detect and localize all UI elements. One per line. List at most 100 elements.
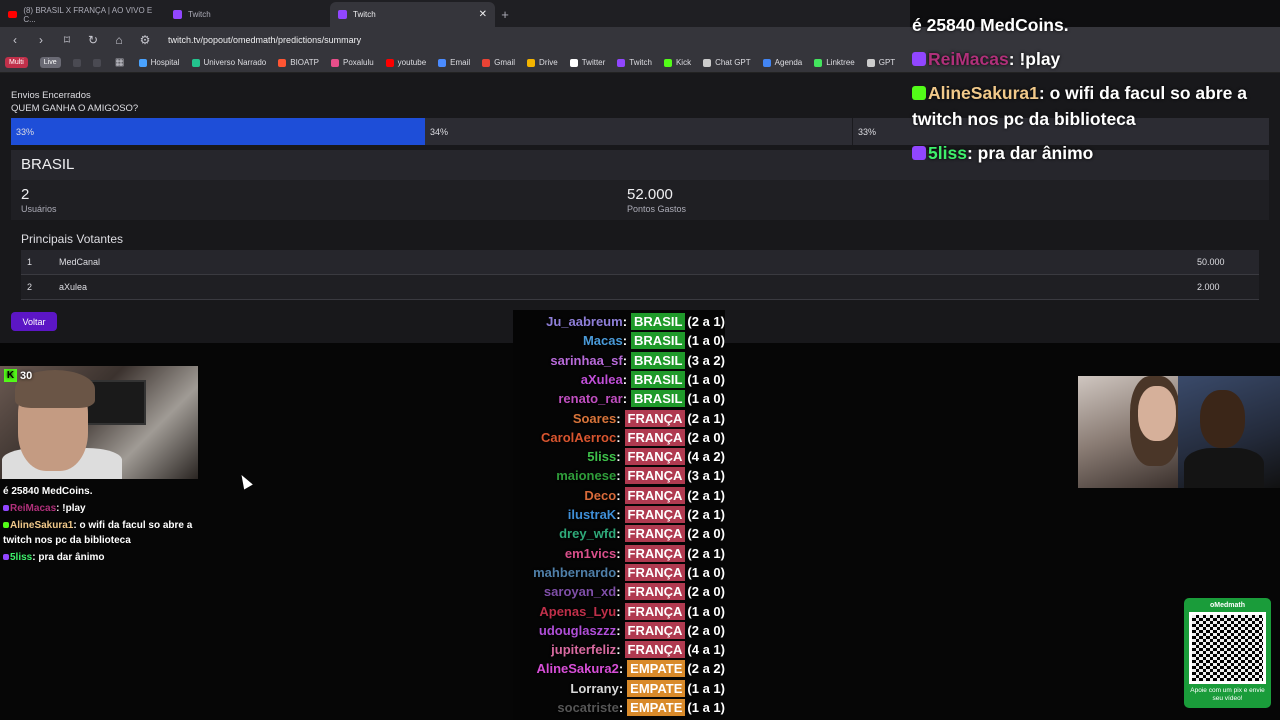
vote-team: FRANÇA <box>624 621 686 639</box>
vote-score: (2 a 2) <box>687 661 725 677</box>
vote-row: udouglaszzz: FRANÇA (2 a 0) <box>539 621 725 639</box>
outcome-segment-franca: 34% <box>425 118 853 145</box>
vote-row: saroyan_xd: FRANÇA (2 a 0) <box>544 583 725 601</box>
multi-chip[interactable]: Multi <box>5 57 28 68</box>
vote-score: (3 a 1) <box>687 468 725 484</box>
points-stat: 52.000 Pontos Gastos <box>627 186 686 214</box>
tab-youtube[interactable]: (8) BRASIL X FRANÇA | AO VIVO E C... <box>0 2 165 27</box>
vote-score: (1 a 0) <box>687 603 725 619</box>
guest-shirt <box>1184 448 1264 488</box>
bookmark-agenda[interactable]: Agenda <box>762 58 802 67</box>
bookmark-icon <box>385 58 394 67</box>
vote-separator: : <box>618 700 624 715</box>
chat-badge-icon <box>912 86 926 100</box>
vote-team: FRANÇA <box>624 448 686 466</box>
vote-user: jupiterfeliz <box>551 642 617 658</box>
bookmark-gpt[interactable]: GPT <box>866 58 896 67</box>
browser-tabbar: (8) BRASIL X FRANÇA | AO VIVO E C... Twi… <box>0 0 910 27</box>
bookmark-linktree[interactable]: Linktree <box>814 58 855 67</box>
chat-message: ReiMacas: !play <box>912 46 1280 72</box>
bookmark-label: GPT <box>878 58 896 67</box>
bookmark-icon <box>617 58 626 67</box>
outcome-stats: 2 Usuários 52.000 Pontos Gastos <box>11 180 1269 220</box>
bookmark-youtube[interactable]: youtube <box>385 58 426 67</box>
bookmark-kick[interactable]: Kick <box>663 58 692 67</box>
bookmark-twitch[interactable]: Twitch <box>617 58 652 67</box>
vote-separator: : <box>616 564 621 580</box>
voter-rank: 2 <box>27 282 33 292</box>
new-tab-button[interactable]: + <box>495 2 515 27</box>
reload-icon[interactable]: ↻ <box>86 33 100 47</box>
tab-twitch-active[interactable]: Twitch ✕ <box>330 2 495 27</box>
vote-team: EMPATE <box>627 699 686 716</box>
vote-team: FRANÇA <box>624 525 686 543</box>
vote-team: BRASIL <box>631 313 686 330</box>
bookmark-label: Hospital <box>150 58 180 67</box>
bookmark-twitter[interactable]: Twitter <box>569 58 605 67</box>
chat-message: 5liss: pra dar ânimo <box>3 550 203 565</box>
qr-code-icon <box>1189 612 1266 684</box>
forward-icon[interactable]: › <box>34 33 48 47</box>
extension-icon[interactable] <box>92 58 101 67</box>
bookmark-gmail[interactable]: Gmail <box>482 58 515 67</box>
pix-qr-card: oMedmath Apoie com um pix e envie seu ví… <box>1184 598 1271 708</box>
guest-webcam-2 <box>1178 376 1280 488</box>
bookmark-universo-narrado[interactable]: Universo Narrado <box>191 58 266 67</box>
vote-score: (1 a 1) <box>687 700 725 715</box>
live-chip[interactable]: Live <box>39 57 61 68</box>
bookmark-icon <box>330 58 339 67</box>
voter-points: 2.000 <box>1197 282 1220 292</box>
twitch-icon <box>338 10 347 19</box>
vote-user: AlineSakura2 <box>536 661 619 677</box>
chat-text: é 25840 MedCoins. <box>912 15 1069 35</box>
vote-user: Lorrany <box>570 680 619 696</box>
tab-label: Twitch <box>188 10 211 19</box>
bookmark-icon <box>278 58 287 67</box>
extension-icon[interactable] <box>72 58 81 67</box>
bookmark-label: Kick <box>675 58 692 67</box>
background-monitor <box>86 380 146 425</box>
outcome-segment-brasil: 33% <box>11 118 425 145</box>
bookmark-icon[interactable]: ⌑ <box>60 33 74 47</box>
back-button[interactable]: Voltar <box>11 312 57 331</box>
top-voters-title: Principais Votantes <box>21 232 124 246</box>
vote-separator: : <box>616 487 621 503</box>
vote-row: aXulea: BRASIL (1 a 0) <box>581 370 725 388</box>
bookmark-chat-gpt[interactable]: Chat GPT <box>703 58 751 67</box>
vote-user: mahbernardo <box>533 564 617 580</box>
tab-twitch-1[interactable]: Twitch <box>165 2 330 27</box>
vote-row: AlineSakura2: EMPATE (2 a 2) <box>536 660 725 678</box>
apps-grid-icon[interactable]: ▦ <box>113 57 127 68</box>
home-icon[interactable]: ⌂ <box>112 33 126 47</box>
vote-score: (1 a 0) <box>687 391 725 407</box>
vote-score: (3 a 2) <box>687 352 725 368</box>
chat-badge-icon <box>3 505 9 512</box>
kick-viewer-count: 30 <box>20 369 33 382</box>
chat-username: AlineSakura1 <box>928 83 1039 103</box>
bookmark-drive[interactable]: Drive <box>527 58 558 67</box>
bookmark-label: Linktree <box>826 58 855 67</box>
bookmark-hospital[interactable]: Hospital <box>138 58 180 67</box>
vote-separator: : <box>616 642 621 658</box>
vote-row: Ju_aabreum: BRASIL (2 a 1) <box>546 313 725 330</box>
vote-separator: : <box>616 622 621 638</box>
close-tab-icon[interactable]: ✕ <box>479 9 487 20</box>
vote-team: FRANÇA <box>624 563 686 581</box>
bookmark-poxalulu[interactable]: Poxalulu <box>330 58 374 67</box>
back-icon[interactable]: ‹ <box>8 33 22 47</box>
url-field[interactable]: twitch.tv/popout/omedmath/predictions/su… <box>168 35 361 45</box>
vote-score: (1 a 0) <box>687 371 725 387</box>
bookmark-bioatp[interactable]: BIOATP <box>278 58 319 67</box>
vote-row: ilustraK: FRANÇA (2 a 1) <box>568 506 725 523</box>
bookmark-email[interactable]: Email <box>438 58 470 67</box>
vote-row: 5liss: FRANÇA (4 a 2) <box>587 448 725 466</box>
chat-overlay-small: é 25840 MedCoins. ReiMacas: !play AlineSak… <box>3 484 203 567</box>
vote-row: drey_wfd: FRANÇA (2 a 0) <box>559 525 725 543</box>
site-info-icon[interactable]: ⚙ <box>138 33 152 47</box>
vote-team: FRANÇA <box>624 428 686 446</box>
chat-message: ReiMacas: !play <box>3 501 203 516</box>
bookmark-label: Drive <box>539 58 558 67</box>
chat-username: AlineSakura1 <box>10 520 74 531</box>
voter-points: 50.000 <box>1197 257 1225 267</box>
vote-separator: : <box>622 391 628 407</box>
